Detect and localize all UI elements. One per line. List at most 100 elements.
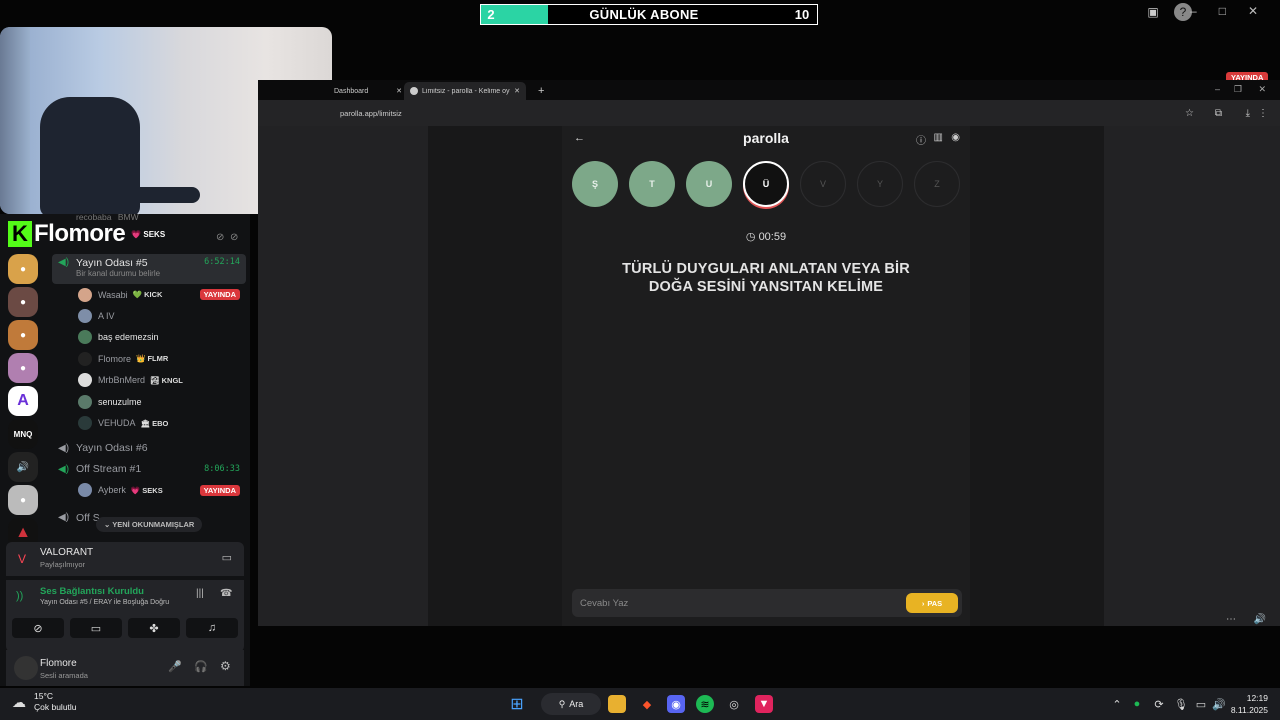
soundboard-button[interactable]: ♫ [186, 618, 238, 638]
spotify-icon[interactable]: ≋ [696, 695, 714, 713]
file-explorer-icon[interactable] [608, 695, 626, 713]
tray-mic-icon[interactable]: 🎙 [1172, 695, 1190, 713]
download-icon[interactable]: ⤓ [1246, 108, 1250, 119]
subscriber-goal-title: GÜNLÜK ABONE [589, 7, 699, 22]
settings-gear-icon[interactable]: ⚙ [220, 659, 231, 673]
tray-chevron-icon[interactable]: ⌃ [1108, 695, 1126, 713]
activities-button[interactable]: ✤ [128, 618, 180, 638]
screen-icon[interactable]: ▣ [1144, 3, 1162, 21]
clock[interactable]: 12:19 8.11.2025 [1231, 692, 1268, 716]
channel-yayin-odasi-5[interactable]: ◀) Yayın Odası #5 Bir kanal durumu belir… [52, 254, 246, 284]
voice-user[interactable]: Flomore 👑 FLMR [52, 348, 246, 369]
voice-user[interactable]: Wasabi 💚 KICK YAYINDA [52, 284, 246, 305]
tab-parolla[interactable]: Limitsiz - parolla - Kelime oyunu ✕ [404, 82, 526, 100]
deafen-icon[interactable]: ⊘ [230, 232, 238, 243]
taskbar: ☁ 15°C Çok bulutlu ⊞ ⚲ Ara ◆ ◉ ≋ ◎ ▼ ⌃ ●… [0, 688, 1280, 720]
more-icon[interactable]: ⋯ [1226, 614, 1236, 625]
server-icon-8[interactable]: ● [8, 485, 38, 515]
answer-input[interactable] [572, 597, 892, 609]
new-tab-button[interactable]: + [532, 82, 550, 100]
streamlabs-icon[interactable]: ▼ [755, 695, 773, 713]
volume-icon[interactable]: 🔊 [1254, 614, 1266, 625]
question-line-2: DOĞA SESİNİ YANSITAN KELİME [648, 279, 884, 295]
server-icon-7[interactable]: 🔊 [8, 452, 38, 482]
voice-user[interactable]: senuzulme [52, 391, 246, 412]
letter-row: Ş T U Ü V Y Z [572, 161, 960, 207]
info-icon[interactable]: ⓘ [916, 132, 926, 147]
activity-status: Paylaşılmıyor [40, 560, 86, 569]
noise-icon[interactable]: ||| [196, 588, 204, 599]
chevron-right-icon: › [921, 598, 925, 608]
stats-icon[interactable]: ▥ [934, 132, 943, 143]
channel-timer: 6:52:14 [204, 257, 240, 267]
user-badge: 🏞 KNGL [150, 375, 183, 385]
user-name: VEHUDA [98, 418, 136, 429]
bookmark-star-icon[interactable]: ☆ [1185, 108, 1194, 119]
search-button[interactable]: ⚲ Ara [541, 693, 601, 715]
server-icon-3[interactable]: ● [8, 320, 38, 350]
server-icon-1[interactable]: ● [8, 254, 38, 284]
server-header[interactable]: K Flomore 💗 SEKS [8, 220, 165, 248]
discord-icon[interactable]: ◉ [667, 695, 685, 713]
profile-icon[interactable]: ◉ [951, 132, 960, 143]
channel-status: Bir kanal durumu belirle [76, 269, 161, 278]
tray-sync-icon[interactable]: ⟳ [1150, 695, 1168, 713]
activity-title: VALORANT [40, 547, 94, 558]
user-name: Flomore [98, 353, 132, 364]
camera-off-button[interactable]: ⊘ [12, 618, 64, 638]
close-icon[interactable]: ✕ [1258, 84, 1266, 95]
voice-status: Ses Bağlantısı Kuruldu [40, 586, 144, 597]
app-icon[interactable]: ◎ [725, 695, 743, 713]
brave-icon[interactable]: ◆ [638, 695, 656, 713]
voice-detail: Yayın Odası #5 / ERAY ile Boşluğa Doğru [40, 599, 170, 606]
menu-icon[interactable]: ⋮ [1258, 108, 1268, 119]
voice-user[interactable]: VEHUDA 🏛 EBO [52, 412, 246, 433]
server-tag: 💗 SEKS [131, 229, 166, 239]
headphones-icon[interactable]: 🎧 [194, 660, 208, 673]
restore-icon[interactable]: ❐ [1234, 84, 1242, 95]
server-icon-5[interactable]: A [8, 386, 38, 416]
extensions-icon[interactable]: ⧉ [1215, 108, 1222, 119]
question-text: TÜRLÜ DUYGULARI ANLATAN VEYA BİR DOĞA SE… [582, 260, 950, 296]
server-icon-2[interactable]: ● [8, 287, 38, 317]
new-unread-button[interactable]: ⌄ YENİ OKUNMAMIŞLAR [96, 517, 203, 532]
share-screen-icon[interactable]: ▭ [222, 551, 232, 564]
clock-icon: ◷ [745, 231, 756, 243]
voice-user[interactable]: baş edemezsin [52, 327, 246, 348]
tab-close-icon[interactable]: ✕ [396, 87, 402, 95]
minimize-icon[interactable]: – [1215, 84, 1220, 94]
tab-dashboard[interactable]: Dashboard ✕ [328, 82, 408, 100]
letter-y: Y [857, 161, 903, 207]
voice-user[interactable]: MrbBnMerd 🏞 KNGL [52, 370, 246, 391]
speaker-icon[interactable]: 🔊 [1210, 695, 1228, 713]
close-icon[interactable]: ✕ [1248, 4, 1258, 18]
activities-icon: ✤ [149, 622, 159, 635]
channel-yayin-odasi-6[interactable]: ◀) Yayın Odası #6 [52, 438, 246, 459]
user-badge: 💗 SEKS [130, 485, 163, 495]
network-icon[interactable]: ▭ [1192, 695, 1210, 713]
voice-user[interactable]: A IV [52, 305, 246, 326]
avatar [78, 416, 92, 431]
mute-icon[interactable]: ⊘ [216, 232, 224, 243]
channel-name: Off Stream #1 [76, 463, 142, 476]
minimize-icon[interactable]: – [1190, 4, 1197, 18]
url-field[interactable]: parolla.app/limitsiz [340, 109, 402, 118]
weather-widget[interactable]: ☁ 15°C Çok bulutlu [12, 691, 77, 713]
start-icon[interactable]: ⊞ [508, 695, 526, 713]
screen-share-button[interactable]: ▭ [70, 618, 122, 638]
avatar[interactable] [14, 656, 38, 680]
pass-button[interactable]: › PAS [906, 593, 958, 613]
tab-close-icon[interactable]: ✕ [514, 87, 520, 95]
server-icon-4[interactable]: ● [8, 353, 38, 383]
tray-app-icon[interactable]: ● [1128, 695, 1146, 713]
speaker-icon: ◀) [58, 257, 70, 268]
voice-user[interactable]: Ayberk 💗 SEKS YAYINDA [52, 480, 246, 501]
disconnect-icon[interactable]: ☎ [220, 588, 232, 599]
maximize-icon[interactable]: □ [1219, 4, 1226, 18]
channel-off-stream-1[interactable]: ◀) Off Stream #1 8:06:33 [52, 459, 246, 480]
avatar [78, 330, 92, 345]
server-icon-mnq[interactable]: MNQ [8, 419, 38, 449]
letter-u: U [686, 161, 732, 207]
microphone-icon[interactable]: 🎤 [168, 660, 182, 673]
question-line-1: TÜRLÜ DUYGULARI ANLATAN VEYA BİR [622, 261, 910, 277]
